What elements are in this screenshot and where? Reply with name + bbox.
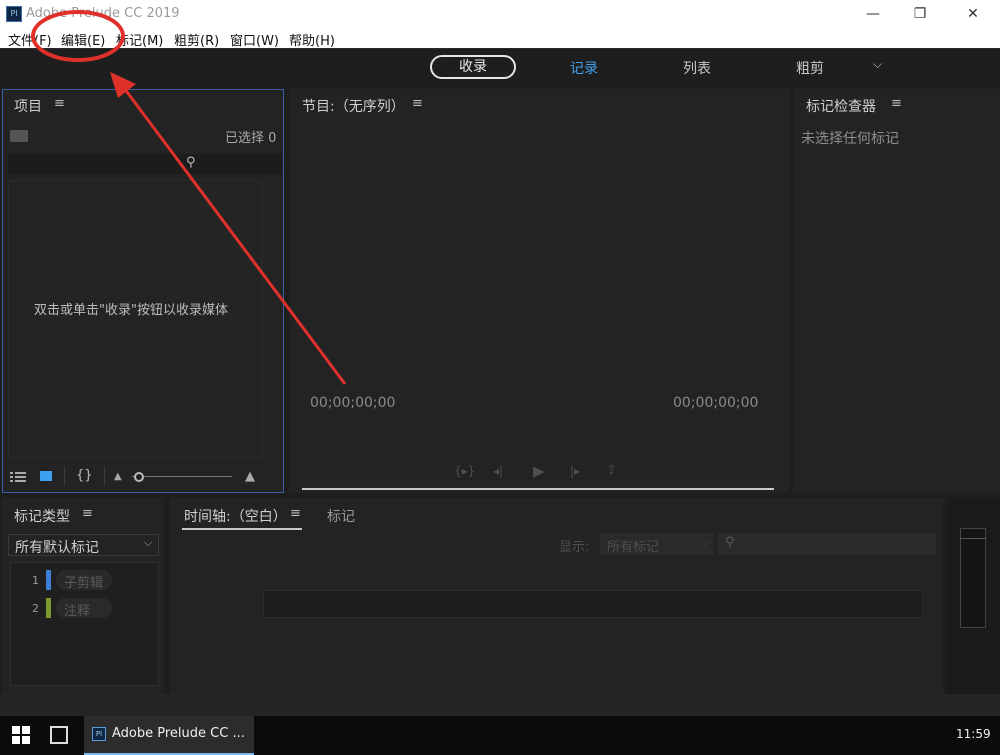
annotation-circle [31,10,125,62]
annotation-arrow-head [110,72,136,98]
annotation-overlay [31,10,347,385]
annotation-arrow-line [122,87,347,385]
